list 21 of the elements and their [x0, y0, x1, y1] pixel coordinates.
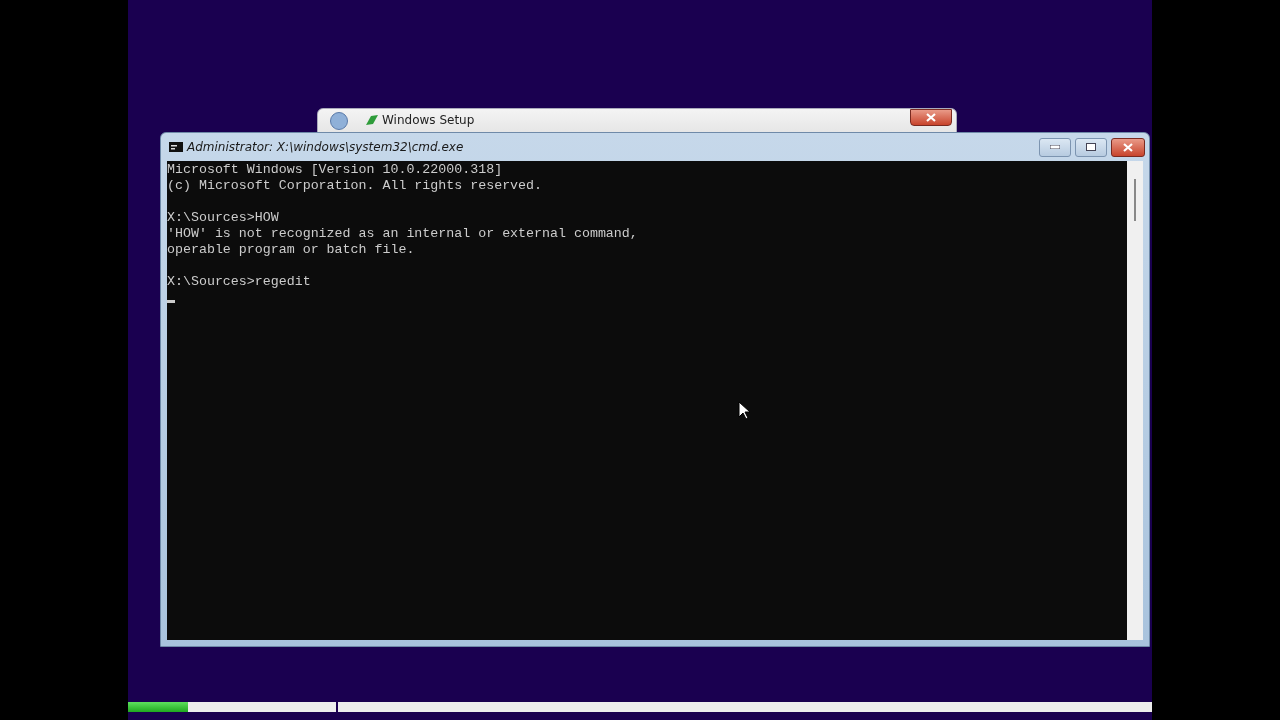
maximize-icon — [1086, 143, 1096, 151]
setup-icon — [365, 114, 379, 126]
console-line: X:\Sources>regedit — [167, 274, 311, 289]
minimize-icon — [1050, 145, 1060, 149]
console-icon — [169, 142, 183, 152]
console-line: (c) Microsoft Corporation. All rights reserved. — [167, 178, 543, 193]
console-line: X:\Sources>HOW — [167, 210, 279, 225]
scrollbar[interactable] — [1127, 161, 1143, 640]
close-button[interactable] — [1111, 137, 1145, 157]
window-title: Administrator: X:\windows\system32\cmd.exe — [187, 140, 465, 154]
back-button-icon — [330, 112, 348, 130]
maximize-button[interactable] — [1075, 137, 1107, 157]
close-icon — [1123, 142, 1133, 152]
text-cursor — [167, 300, 175, 303]
close-button[interactable] — [910, 109, 952, 126]
console-line: operable program or batch file. — [167, 242, 415, 257]
close-icon — [926, 113, 936, 122]
mouse-pointer-icon — [738, 401, 750, 420]
window-title: Windows Setup — [382, 113, 475, 127]
console-line: Microsoft Windows [Version 10.0.22000.318] — [167, 162, 503, 177]
console-line: 'HOW' is not recognized as an internal or external command, — [167, 226, 638, 241]
